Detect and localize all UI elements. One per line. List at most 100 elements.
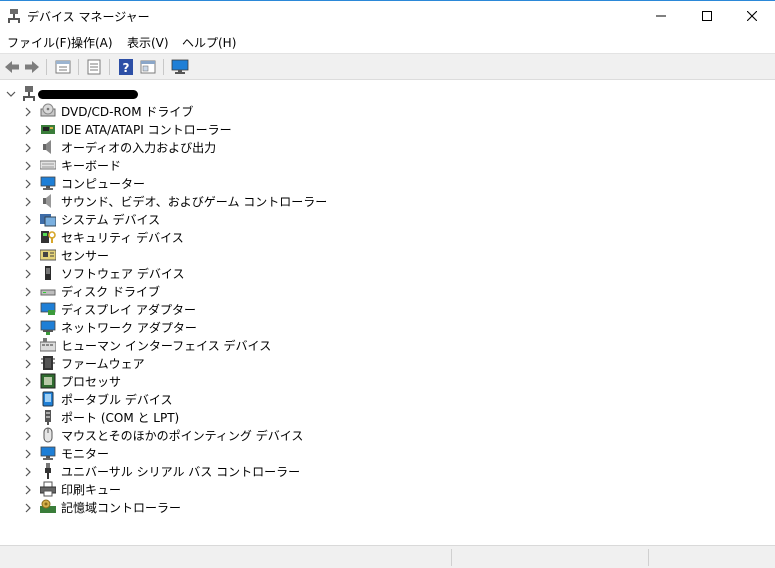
menu-bar: ファイル(F) 操作(A) 表示(V) ヘルプ(H) (0, 31, 775, 53)
tree-category-printer[interactable]: 印刷キュー (0, 480, 400, 498)
tree-category-label: ユニバーサル シリアル バス コントローラー (61, 465, 301, 479)
collapsed-chevron-icon[interactable] (24, 232, 32, 246)
tree-category-sound[interactable]: サウンド、ビデオ、およびゲーム コントローラー (0, 192, 400, 210)
collapsed-chevron-icon[interactable] (24, 196, 32, 210)
device-manager-app-icon (7, 9, 21, 23)
tree-category-processor[interactable]: プロセッサ (0, 372, 400, 390)
tree-category-label: ネットワーク アダプター (61, 321, 197, 335)
collapsed-chevron-icon[interactable] (24, 322, 32, 336)
device-tree[interactable]: DVD/CD-ROM ドライブ IDE ATA/ATAPI コントローラー オーディ… (0, 80, 775, 545)
network-adapter-icon (40, 319, 56, 335)
status-separator (451, 549, 452, 566)
panel-icon[interactable] (139, 58, 157, 76)
toolbar-separator (78, 59, 79, 75)
back-arrow-icon[interactable] (3, 58, 21, 76)
collapsed-chevron-icon[interactable] (24, 376, 32, 390)
collapsed-chevron-icon[interactable] (24, 430, 32, 444)
tree-category-system-device[interactable]: システム デバイス (0, 210, 400, 228)
tree-category-port[interactable]: ポート (COM と LPT) (0, 408, 400, 426)
close-button[interactable] (729, 1, 775, 31)
system-device-icon (40, 211, 57, 227)
tree-category-label: コンピューター (61, 177, 146, 191)
close-icon (747, 11, 757, 21)
tree-category-hid[interactable]: ヒューマン インターフェイス デバイス (0, 336, 400, 354)
tree-category-keyboard[interactable]: キーボード (0, 156, 400, 174)
tree-category-disk-drive[interactable]: ディスク ドライブ (0, 282, 400, 300)
tree-category-monitor[interactable]: モニター (0, 444, 400, 462)
tree-category-dvd-drive[interactable]: DVD/CD-ROM ドライブ (0, 102, 400, 120)
list-view-icon[interactable] (85, 58, 103, 76)
port-icon (40, 409, 56, 425)
tree-category-portable-device[interactable]: ポータブル デバイス (0, 390, 400, 408)
collapsed-chevron-icon[interactable] (24, 268, 32, 282)
tree-category-security-device[interactable]: セキュリティ デバイス (0, 228, 400, 246)
tree-category-speaker[interactable]: オーディオの入力および出力 (0, 138, 400, 156)
tree-category-software-device[interactable]: ソフトウェア デバイス (0, 264, 400, 282)
collapsed-chevron-icon[interactable] (24, 394, 32, 408)
collapsed-chevron-icon[interactable] (24, 142, 32, 156)
minimize-button[interactable] (638, 1, 684, 31)
tree-category-label: DVD/CD-ROM ドライブ (61, 105, 194, 119)
help-icon[interactable]: ? (117, 58, 135, 76)
tree-category-usb[interactable]: ユニバーサル シリアル バス コントローラー (0, 462, 400, 480)
tree-category-ide-controller[interactable]: IDE ATA/ATAPI コントローラー (0, 120, 400, 138)
printer-icon (39, 481, 57, 497)
tree-category-label: ヒューマン インターフェイス デバイス (61, 339, 272, 353)
menu-action[interactable]: 操作(A) (71, 34, 113, 51)
tree-category-label: オーディオの入力および出力 (61, 141, 217, 155)
firmware-icon (40, 355, 56, 371)
maximize-icon (702, 11, 712, 21)
tree-category-display-adapter[interactable]: ディスプレイ アダプター (0, 300, 400, 318)
title-bar[interactable]: デバイス マネージャー (0, 0, 775, 31)
collapsed-chevron-icon[interactable] (24, 340, 32, 354)
collapsed-chevron-icon[interactable] (24, 484, 32, 498)
forward-arrow-icon[interactable] (23, 58, 41, 76)
collapsed-chevron-icon[interactable] (24, 160, 32, 174)
tree-category-storage-controller[interactable]: 記憶域コントローラー (0, 498, 400, 516)
tree-category-label: IDE ATA/ATAPI コントローラー (61, 123, 232, 137)
collapsed-chevron-icon[interactable] (24, 412, 32, 426)
menu-view[interactable]: 表示(V) (127, 34, 169, 51)
menu-file[interactable]: ファイル(F) (7, 34, 71, 51)
collapsed-chevron-icon[interactable] (24, 286, 32, 300)
tree-category-label: ファームウェア (61, 357, 145, 371)
collapsed-chevron-icon[interactable] (24, 304, 32, 318)
collapsed-chevron-icon[interactable] (24, 214, 32, 228)
portable-device-icon (40, 391, 56, 407)
collapsed-chevron-icon[interactable] (24, 178, 32, 192)
maximize-button[interactable] (684, 1, 730, 31)
tree-category-label: システム デバイス (61, 213, 161, 227)
tree-category-mouse[interactable]: マウスとそのほかのポインティング デバイス (0, 426, 400, 444)
software-device-icon (40, 265, 56, 281)
tree-category-computer[interactable]: コンピューター (0, 174, 400, 192)
sound-icon (40, 193, 56, 209)
monitor-icon[interactable] (171, 58, 189, 76)
tree-category-label: 記憶域コントローラー (61, 501, 182, 515)
collapsed-chevron-icon[interactable] (24, 466, 32, 480)
dvd-drive-icon (40, 103, 56, 119)
display-adapter-icon (40, 301, 56, 317)
status-separator (648, 549, 649, 566)
tree-root-node[interactable] (0, 85, 300, 103)
properties-icon[interactable] (54, 58, 72, 76)
tree-category-label: マウスとそのほかのポインティング デバイス (61, 429, 304, 443)
expanded-chevron-icon[interactable] (6, 88, 16, 102)
collapsed-chevron-icon[interactable] (24, 502, 32, 516)
tree-category-firmware[interactable]: ファームウェア (0, 354, 400, 372)
tree-category-label: ポータブル デバイス (61, 393, 173, 407)
toolbar-separator (46, 59, 47, 75)
menu-help[interactable]: ヘルプ(H) (182, 34, 236, 51)
collapsed-chevron-icon[interactable] (24, 250, 32, 264)
collapsed-chevron-icon[interactable] (24, 448, 32, 462)
svg-text:?: ? (123, 61, 130, 75)
speaker-icon (40, 139, 56, 155)
collapsed-chevron-icon[interactable] (24, 358, 32, 372)
hid-icon (39, 337, 57, 353)
collapsed-chevron-icon[interactable] (24, 124, 32, 138)
tree-category-sensor[interactable]: センサー (0, 246, 400, 264)
tree-category-network-adapter[interactable]: ネットワーク アダプター (0, 318, 400, 336)
tree-category-label: ディスプレイ アダプター (61, 303, 196, 317)
collapsed-chevron-icon[interactable] (24, 106, 32, 120)
tree-category-label: ディスク ドライブ (61, 285, 160, 299)
keyboard-icon (39, 157, 57, 173)
